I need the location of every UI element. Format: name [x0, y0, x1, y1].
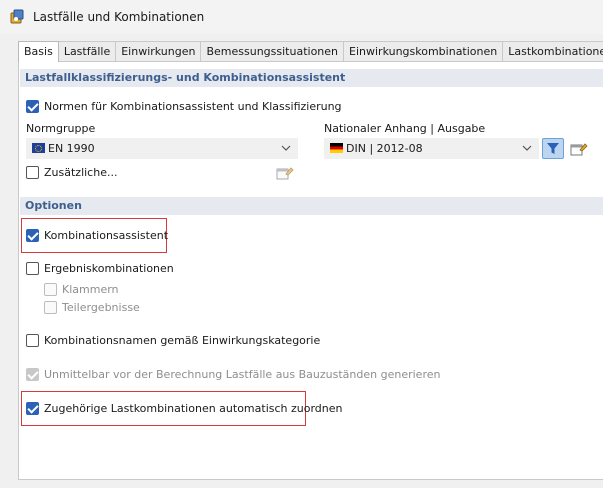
tab-lastkombinationen[interactable]: Lastkombinationen	[502, 41, 603, 61]
national-annex-value: DIN | 2012-08	[346, 142, 423, 155]
combination-assistant-checkbox[interactable]	[26, 229, 39, 242]
partial-results-label: Teilergebnisse	[62, 301, 140, 314]
tab-basis[interactable]: Basis	[18, 41, 59, 62]
result-combinations-checkbox[interactable]	[26, 262, 39, 275]
tab-bar: Basis Lastfälle Einwirkungen Bemessungss…	[18, 41, 603, 62]
norm-group-select[interactable]: EN 1990	[26, 138, 298, 159]
norm-group-label: Normgruppe	[26, 122, 96, 135]
generate-from-stages-label: Unmittelbar vor der Berechnung Lastfälle…	[44, 368, 441, 381]
additional-checkbox-label: Zusätzliche...	[44, 166, 118, 179]
brackets-checkbox[interactable]	[44, 283, 57, 296]
options-section-header: Optionen	[20, 197, 603, 215]
tab-lastfaelle[interactable]: Lastfälle	[57, 41, 117, 61]
norm-group-value: EN 1990	[48, 142, 95, 155]
result-combinations-label: Ergebniskombinationen	[44, 262, 174, 275]
chevron-down-icon	[522, 145, 532, 151]
additional-checkbox[interactable]	[26, 166, 39, 179]
auto-assign-checkbox[interactable]	[26, 402, 39, 415]
combination-assistant-label: Kombinationsassistent	[44, 229, 169, 242]
brackets-label: Klammern	[62, 283, 119, 296]
generate-from-stages-checkbox[interactable]	[26, 368, 39, 381]
app-icon	[10, 9, 24, 24]
assistant-section-header: Lastfallklassifizierungs- und Kombinatio…	[20, 69, 603, 87]
tab-einwirkungen[interactable]: Einwirkungen	[115, 41, 202, 61]
naming-by-category-label: Kombinationsnamen gemäß Einwirkungskateg…	[44, 334, 321, 347]
norms-checkbox[interactable]	[26, 100, 39, 113]
naming-by-category-checkbox[interactable]	[26, 334, 39, 347]
eu-flag-icon	[32, 143, 45, 153]
tab-einwirkungskombinationen[interactable]: Einwirkungskombinationen	[343, 41, 504, 61]
partial-results-checkbox[interactable]	[44, 301, 57, 314]
edit-annex-button[interactable]	[568, 138, 590, 159]
national-annex-label: Nationaler Anhang | Ausgabe	[324, 122, 486, 135]
edit-additional-button[interactable]	[274, 162, 296, 183]
basis-panel: Lastfallklassifizierungs- und Kombinatio…	[18, 61, 603, 480]
auto-assign-label: Zugehörige Lastkombinationen automatisch…	[44, 402, 343, 415]
de-flag-icon	[330, 143, 343, 153]
chevron-down-icon	[281, 145, 291, 151]
filter-icon	[547, 143, 559, 154]
national-annex-select[interactable]: DIN | 2012-08	[324, 138, 539, 159]
edit-dialog-icon	[276, 166, 294, 179]
window-title: Lastfälle und Kombinationen	[33, 10, 205, 24]
norms-checkbox-label: Normen für Kombinationsassistent und Kla…	[44, 100, 342, 113]
title-bar: Lastfälle und Kombinationen	[0, 0, 603, 34]
tab-bemessungssituationen[interactable]: Bemessungssituationen	[200, 41, 345, 61]
edit-dialog-icon	[570, 142, 588, 155]
filter-button[interactable]	[542, 138, 564, 159]
